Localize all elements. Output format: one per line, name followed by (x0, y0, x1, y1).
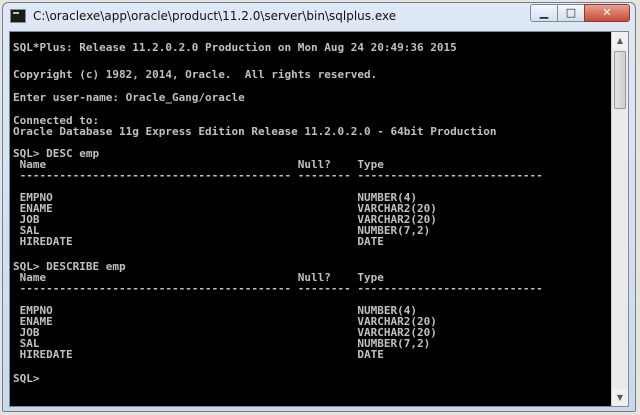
window-controls: ▁ □ ✕ (530, 4, 630, 23)
sql-prompt[interactable]: SQL> (13, 373, 40, 384)
close-button[interactable]: ✕ (584, 4, 630, 22)
table-row: HIREDATE DATE (13, 235, 384, 248)
console-app-icon (10, 9, 26, 23)
table-separator: ----------------------------------------… (13, 282, 543, 295)
console-line: Enter user-name: Oracle_Gang/oracle (13, 91, 245, 104)
console-line: Copyright (c) 1982, 2014, Oracle. All ri… (13, 68, 378, 81)
table-separator: ----------------------------------------… (13, 169, 543, 182)
vertical-scrollbar[interactable]: ▲ ▼ (611, 32, 628, 406)
console-line: Oracle Database 11g Express Edition Rele… (13, 125, 497, 138)
minimize-button[interactable]: ▁ (530, 4, 557, 22)
console-client-area: SQL*Plus: Release 11.2.0.2.0 Production … (9, 31, 629, 407)
table-row: HIREDATE DATE (13, 348, 384, 361)
scroll-thumb[interactable] (614, 51, 626, 109)
scroll-down-icon[interactable]: ▼ (612, 389, 628, 406)
scroll-up-icon[interactable]: ▲ (612, 32, 628, 49)
console-line: SQL*Plus: Release 11.2.0.2.0 Production … (13, 41, 457, 54)
console-window: C:\oraclexe\app\oracle\product\11.2.0\se… (2, 2, 636, 412)
maximize-button[interactable]: □ (557, 4, 584, 22)
console-output[interactable]: SQL*Plus: Release 11.2.0.2.0 Production … (10, 32, 612, 406)
window-title: C:\oraclexe\app\oracle\product\11.2.0\se… (33, 9, 397, 23)
title-bar[interactable]: C:\oraclexe\app\oracle\product\11.2.0\se… (3, 3, 635, 31)
